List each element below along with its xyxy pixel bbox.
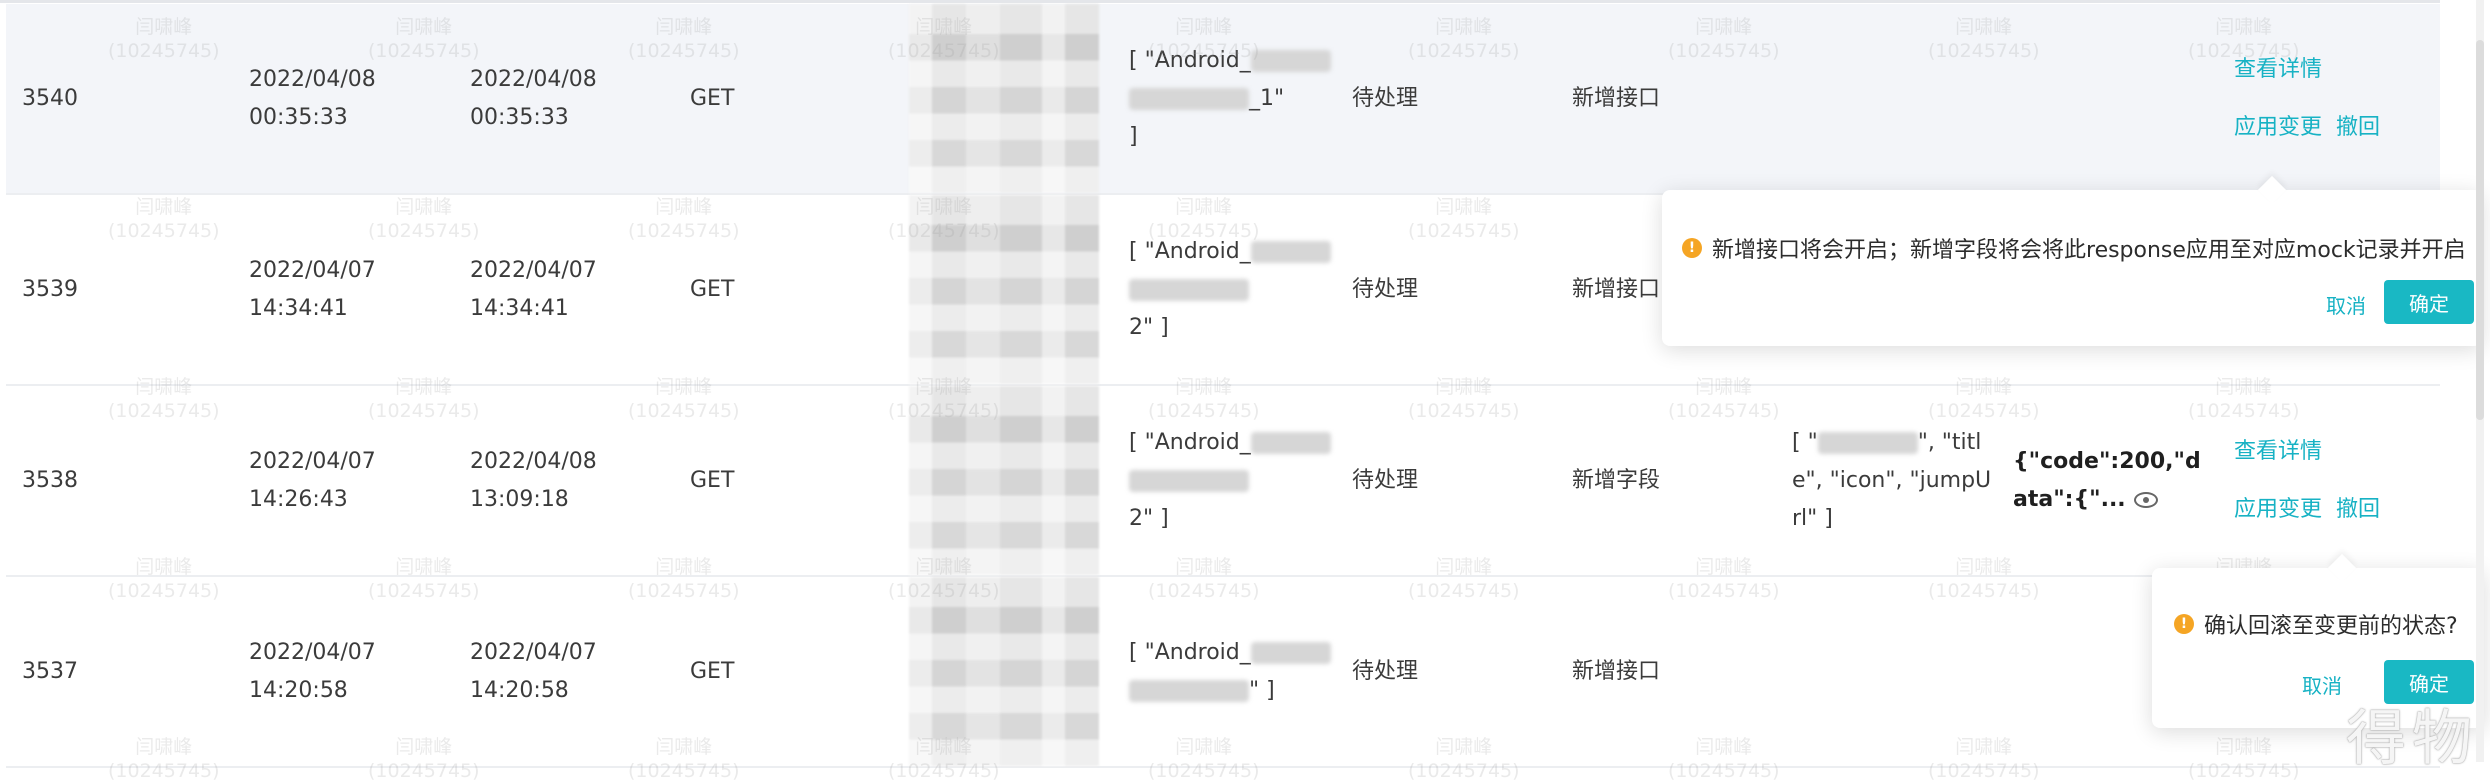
redacted-path — [909, 195, 1099, 384]
http-method: GET — [690, 658, 735, 684]
apply-change-popconfirm: ! 新增接口将会开启；新增字段将会将此response应用至对应mock记录并开… — [1662, 175, 2482, 346]
revoke-link[interactable]: 撤回 — [2336, 112, 2380, 144]
popconfirm-message: 新增接口将会开启；新增字段将会将此response应用至对应mock记录并开启 — [1712, 238, 2466, 263]
response-preview: {"code":200,"data":{"... — [2013, 448, 2201, 512]
eye-icon[interactable] — [2133, 491, 2158, 508]
redacted-text — [1250, 49, 1331, 72]
cancel-button[interactable]: 取消 — [2302, 670, 2342, 699]
request-args: [ "Android_ 2" ] — [1129, 195, 1344, 384]
updated-time: 2022/04/08 00:35:33 — [470, 66, 597, 130]
status-text: 待处理 — [1352, 467, 1419, 493]
redacted-path — [909, 386, 1099, 575]
request-args: [ "Android_ 2" ] — [1129, 386, 1344, 575]
confirm-button[interactable]: 确定 — [2384, 280, 2474, 324]
cancel-button[interactable]: 取消 — [2326, 290, 2366, 319]
http-method: GET — [690, 276, 735, 302]
updated-time: 2022/04/07 14:34:41 — [470, 257, 597, 321]
status-text: 待处理 — [1352, 85, 1419, 111]
updated-time: 2022/04/07 14:20:58 — [470, 639, 597, 703]
redacted-text — [1129, 679, 1249, 702]
warning-icon: ! — [1682, 238, 1702, 258]
redacted-path — [909, 577, 1099, 766]
redacted-text — [1129, 278, 1249, 301]
change-records-table: 3540 2022/04/08 00:35:33 2022/04/08 00:3… — [6, 4, 2440, 768]
redacted-text — [1129, 469, 1249, 492]
change-type: 新增字段 — [1572, 467, 1661, 493]
redacted-text — [1129, 87, 1249, 110]
warning-icon: ! — [2174, 614, 2194, 634]
change-type: 新增接口 — [1572, 658, 1661, 684]
created-time: 2022/04/07 14:26:43 — [249, 448, 376, 512]
revoke-link[interactable]: 撤回 — [2336, 494, 2380, 526]
http-method: GET — [690, 467, 735, 493]
request-args: [ "Android_ " ] — [1129, 577, 1344, 766]
updated-time: 2022/04/08 13:09:18 — [470, 448, 597, 512]
status-text: 待处理 — [1352, 658, 1419, 684]
change-type: 新增接口 — [1572, 85, 1661, 111]
redacted-text — [1250, 431, 1331, 454]
row-actions: 查看详情 应用变更 撤回 — [2234, 386, 2434, 575]
changed-fields: [ " ", "title", "icon", "jumpUrl" ] — [1792, 429, 1992, 531]
table-top-border — [0, 0, 2440, 3]
redacted-text — [1817, 431, 1918, 454]
row-actions: 查看详情 应用变更 撤回 — [2234, 4, 2434, 193]
record-id: 3539 — [22, 276, 78, 302]
view-details-link[interactable]: 查看详情 — [2234, 436, 2322, 468]
table-row: 3540 2022/04/08 00:35:33 2022/04/08 00:3… — [6, 4, 2440, 195]
record-id: 3537 — [22, 658, 78, 684]
record-id: 3538 — [22, 467, 78, 493]
status-text: 待处理 — [1352, 276, 1419, 302]
table-row: 3537 2022/04/07 14:20:58 2022/04/07 14:2… — [6, 577, 2440, 768]
http-method: GET — [690, 85, 735, 111]
created-time: 2022/04/07 14:20:58 — [249, 639, 376, 703]
table-row: 3538 2022/04/07 14:26:43 2022/04/08 13:0… — [6, 386, 2440, 577]
created-time: 2022/04/07 14:34:41 — [249, 257, 376, 321]
popconfirm-message: 确认回滚至变更前的状态? — [2204, 614, 2458, 639]
record-id: 3540 — [22, 85, 78, 111]
scrollbar-thumb[interactable] — [2476, 40, 2484, 420]
vertical-scrollbar[interactable] — [2476, 0, 2484, 762]
apply-change-link[interactable]: 应用变更 — [2234, 494, 2322, 526]
redacted-text — [1250, 240, 1331, 263]
created-time: 2022/04/08 00:35:33 — [249, 66, 376, 130]
redacted-text — [1250, 641, 1331, 664]
request-args: [ "Android_ _1" ] — [1129, 4, 1344, 193]
apply-change-link[interactable]: 应用变更 — [2234, 112, 2322, 144]
view-details-link[interactable]: 查看详情 — [2234, 54, 2322, 86]
redacted-path — [909, 4, 1099, 193]
brand-watermark: 得物 — [2346, 704, 2478, 774]
